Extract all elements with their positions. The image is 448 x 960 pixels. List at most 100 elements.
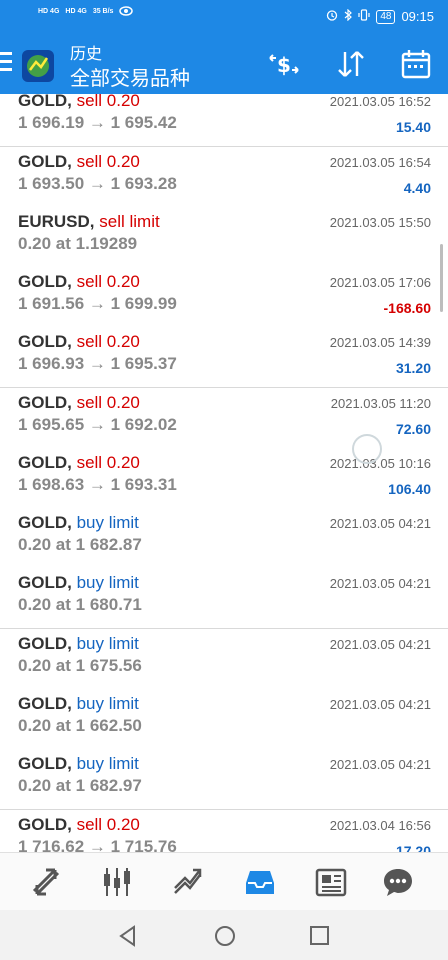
row-symbol-line: GOLD, buy limit xyxy=(18,513,139,532)
alarm-icon xyxy=(326,9,338,24)
home-icon[interactable] xyxy=(212,923,238,949)
calendar-icon[interactable] xyxy=(398,46,434,82)
order-date: 2021.03.05 15:50 xyxy=(329,215,431,230)
order-type: buy limit xyxy=(76,694,139,713)
row-symbol-line: GOLD, buy limit xyxy=(18,573,139,592)
row-symbol-line: GOLD, sell 0.20 xyxy=(18,152,140,171)
eye-icon xyxy=(119,6,134,18)
order-detail: 1 698.63 → 1 693.31 xyxy=(18,475,177,494)
history-row[interactable]: GOLD, sell 0.20 1 695.65 → 1 692.02 2021… xyxy=(0,388,448,449)
order-detail: 1 691.56 → 1 699.99 xyxy=(18,294,177,313)
order-date: 2021.03.05 17:06 xyxy=(329,275,431,290)
order-detail: 0.20 at 1 682.87 xyxy=(18,535,142,554)
history-row[interactable]: EURUSD, sell limit 0.20 at 1.19289 2021.… xyxy=(0,207,448,268)
sim2-signal: HD 4G xyxy=(65,8,87,15)
order-detail: 0.20 at 1.19289 xyxy=(18,234,138,253)
back-icon[interactable] xyxy=(115,923,141,949)
news-tab-icon[interactable] xyxy=(311,863,351,901)
loading-spinner xyxy=(352,434,382,464)
order-type: sell 0.20 xyxy=(76,453,140,472)
order-date: 2021.03.05 16:54 xyxy=(329,155,431,170)
sim1-signal: HD 4G xyxy=(38,8,60,15)
order-detail: 0.20 at 1 662.50 xyxy=(18,716,142,735)
row-symbol-line: GOLD, sell 0.20 xyxy=(18,815,140,834)
order-type: buy limit xyxy=(76,754,139,773)
history-tab-icon[interactable] xyxy=(240,863,280,901)
order-detail: 0.20 at 1 682.97 xyxy=(18,776,142,795)
order-date: 2021.03.05 04:21 xyxy=(329,637,431,652)
history-row[interactable]: GOLD, buy limit 0.20 at 1 682.97 2021.03… xyxy=(0,749,448,810)
history-row[interactable]: GOLD, buy limit 0.20 at 1 662.50 2021.03… xyxy=(0,689,448,750)
scrollbar[interactable] xyxy=(440,244,443,312)
order-profit: 106.40 xyxy=(388,481,431,497)
order-date: 2021.03.05 04:21 xyxy=(329,576,431,591)
order-date: 2021.03.04 16:56 xyxy=(329,818,431,833)
history-row[interactable]: GOLD, buy limit 0.20 at 1 675.56 2021.03… xyxy=(0,629,448,690)
row-symbol-line: GOLD, sell 0.20 xyxy=(18,453,140,472)
row-symbol-line: GOLD, sell 0.20 xyxy=(18,272,140,291)
status-right: 48 09:15 xyxy=(326,8,434,24)
history-list[interactable]: GOLD, sell 0.20 1 696.19 → 1 695.42 2021… xyxy=(0,94,448,852)
order-date: 2021.03.05 11:20 xyxy=(330,396,431,411)
order-profit: -168.60 xyxy=(383,300,431,316)
order-date: 2021.03.05 04:21 xyxy=(329,516,431,531)
sort-icon[interactable] xyxy=(333,46,369,82)
order-type: sell 0.20 xyxy=(76,94,140,110)
order-date: 2021.03.05 14:39 xyxy=(329,335,431,350)
row-symbol-line: GOLD, sell 0.20 xyxy=(18,393,140,412)
history-row[interactable]: GOLD, sell 0.20 1 691.56 → 1 699.99 2021… xyxy=(0,267,448,328)
order-detail: 1 696.93 → 1 695.37 xyxy=(18,354,177,373)
order-detail: 1 693.50 → 1 693.28 xyxy=(18,174,177,193)
order-date: 2021.03.05 04:21 xyxy=(329,697,431,712)
order-detail: 1 696.19 → 1 695.42 xyxy=(18,113,177,132)
menu-icon[interactable] xyxy=(0,52,12,72)
history-row[interactable]: GOLD, sell 0.20 1 696.19 → 1 695.42 2021… xyxy=(0,94,448,147)
history-row[interactable]: GOLD, buy limit 0.20 at 1 682.87 2021.03… xyxy=(0,508,448,569)
status-bar: HD 4G HD 4G 35 B/s 48 09:15 xyxy=(0,0,448,34)
history-row[interactable]: GOLD, sell 0.20 1 716.62 → 1 715.76 2021… xyxy=(0,810,448,852)
network-speed: 35 B/s xyxy=(92,8,114,15)
order-type: sell 0.20 xyxy=(76,332,140,351)
bluetooth-icon xyxy=(344,8,353,24)
order-detail: 1 695.65 → 1 692.02 xyxy=(18,415,177,434)
clock: 09:15 xyxy=(401,9,434,24)
order-type: sell 0.20 xyxy=(76,815,140,834)
recents-icon[interactable] xyxy=(307,923,333,949)
history-row[interactable]: GOLD, sell 0.20 1 693.50 → 1 693.28 2021… xyxy=(0,147,448,208)
order-detail: 0.20 at 1 675.56 xyxy=(18,656,142,675)
order-profit: 15.40 xyxy=(395,119,431,135)
status-left: HD 4G HD 4G 35 B/s xyxy=(38,6,134,18)
row-symbol-line: GOLD, buy limit xyxy=(18,634,139,653)
history-row[interactable]: GOLD, sell 0.20 1 698.63 → 1 693.31 2021… xyxy=(0,448,448,509)
row-symbol-line: GOLD, buy limit xyxy=(18,694,139,713)
page-title[interactable]: 全部交易品种 xyxy=(70,62,190,91)
vibrate-icon xyxy=(358,9,370,24)
order-profit: 31.20 xyxy=(395,360,431,376)
trade-tab-icon[interactable] xyxy=(168,863,208,901)
order-type: buy limit xyxy=(76,513,139,532)
chat-tab-icon[interactable] xyxy=(378,863,418,901)
quotes-tab-icon[interactable] xyxy=(26,863,66,901)
row-symbol-line: GOLD, sell 0.20 xyxy=(18,332,140,351)
chart-tab-icon[interactable] xyxy=(97,863,137,901)
currency-exchange-icon[interactable]: $ xyxy=(266,46,302,82)
row-symbol-line: EURUSD, sell limit xyxy=(18,212,160,231)
history-row[interactable]: GOLD, buy limit 0.20 at 1 680.71 2021.03… xyxy=(0,568,448,629)
battery-indicator: 48 xyxy=(376,9,396,24)
order-detail: 0.20 at 1 680.71 xyxy=(18,595,142,614)
order-type: sell limit xyxy=(99,212,160,231)
order-profit: 4.40 xyxy=(403,180,431,196)
app-logo xyxy=(20,48,56,84)
order-type: sell 0.20 xyxy=(76,152,140,171)
order-profit: 17.20 xyxy=(395,843,431,852)
bottom-nav xyxy=(0,852,448,911)
app-bar: 历史 全部交易品种 $ xyxy=(0,34,448,94)
order-detail: 1 716.62 → 1 715.76 xyxy=(18,837,177,852)
order-date: 2021.03.05 04:21 xyxy=(329,757,431,772)
order-type: sell 0.20 xyxy=(76,393,140,412)
page-title-small: 历史 xyxy=(70,46,103,63)
order-type: buy limit xyxy=(76,634,139,653)
system-nav-bar xyxy=(0,910,448,960)
history-row[interactable]: GOLD, sell 0.20 1 696.93 → 1 695.37 2021… xyxy=(0,327,448,388)
order-date: 2021.03.05 16:52 xyxy=(329,94,431,109)
